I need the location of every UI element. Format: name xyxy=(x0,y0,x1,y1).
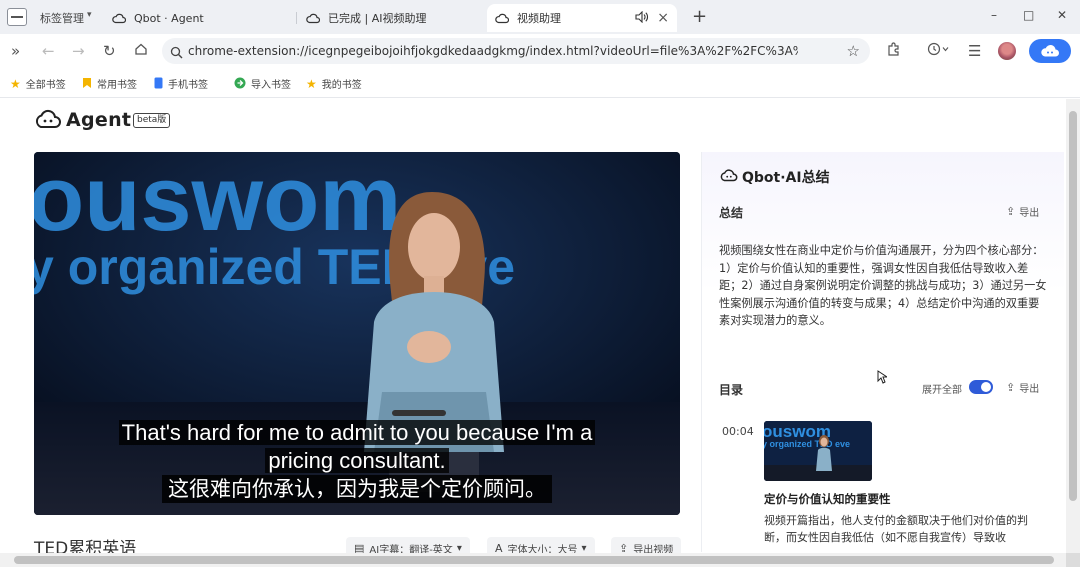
star-icon: ★ xyxy=(306,76,317,91)
new-tab-button[interactable]: + xyxy=(692,6,707,27)
bookmark-frequent[interactable]: 常用书签 xyxy=(82,76,137,91)
tab-qbot-agent[interactable]: Qbot · Agent xyxy=(104,4,294,32)
speaker-icon[interactable] xyxy=(635,10,649,26)
bookmark-label: 导入书签 xyxy=(251,80,291,91)
sidebar-toggle-icon[interactable]: » xyxy=(11,42,20,60)
tab-video-assistant[interactable]: 视频助理 × xyxy=(487,4,677,32)
vertical-scrollbar-thumb[interactable] xyxy=(1069,111,1077,501)
forward-arrow-icon[interactable]: → xyxy=(72,42,85,60)
summary-text: 视频围绕女性在商业中定价与价值沟通展开，分为四个核心部分：1）定价与价值认知的重… xyxy=(719,244,1047,327)
cloud-icon xyxy=(495,11,509,25)
bookmark-star-icon[interactable]: ☆ xyxy=(847,42,860,60)
horizontal-scrollbar-thumb[interactable] xyxy=(14,556,1054,564)
address-bar[interactable]: chrome-extension://icegnpegeibojoihfjokg… xyxy=(162,38,870,64)
subtitle-en-line2: pricing consultant. xyxy=(34,448,680,474)
close-window-button[interactable]: ✕ xyxy=(1057,8,1067,22)
bookmarks-bar: ★ 全部书签 常用书签 手机书签 导入书签 ★ 我的书签 xyxy=(0,68,1080,98)
tab-group-label[interactable]: 标签管理 xyxy=(40,10,84,26)
phone-icon xyxy=(154,77,163,91)
upload-icon: ⇪ xyxy=(1006,381,1016,394)
chevron-down-icon: ▾ xyxy=(581,542,587,554)
home-icon[interactable] xyxy=(134,42,148,60)
video-player[interactable]: ouswom y organized TED eve That's hard f… xyxy=(34,152,680,515)
maximize-button[interactable]: □ xyxy=(1023,8,1034,22)
panel-title: Qbot·AI总结 xyxy=(742,170,830,186)
back-arrow-icon[interactable]: ← xyxy=(42,42,55,60)
close-tab-icon[interactable]: × xyxy=(657,10,669,26)
tab-strip: 标签管理 ▾ Qbot · Agent 已完成 | AI视频助理 视频助理 × … xyxy=(0,0,1080,34)
export-label: 导出 xyxy=(1019,208,1040,219)
chapter-thumbnail[interactable]: ouswom y organized TED eve xyxy=(764,421,872,481)
bookmark-label: 常用书签 xyxy=(97,80,137,91)
tab-title: 已完成 | AI视频助理 xyxy=(328,12,427,25)
minimize-button[interactable]: – xyxy=(991,8,997,22)
vertical-scrollbar[interactable] xyxy=(1066,99,1080,553)
video-bg-text-line1: ouswom xyxy=(34,152,401,250)
browser-toolbar: » ← → ↻ chrome-extension://icegnpegeiboj… xyxy=(0,34,1080,68)
export-toc-button[interactable]: ⇪ 导出 xyxy=(1006,380,1039,395)
tab-separator xyxy=(296,12,297,24)
bookmark-mobile[interactable]: 手机书签 xyxy=(154,76,208,91)
reload-icon[interactable]: ↻ xyxy=(103,42,116,60)
chapter-thumbnail-image: ouswom y organized TED eve xyxy=(764,421,872,481)
tab-ai-video-done[interactable]: 已完成 | AI视频助理 xyxy=(298,4,480,32)
export-label: 导出 xyxy=(1019,384,1040,395)
subtitle-zh-text: 这很难向你承认，因为我是个定价顾问。 xyxy=(162,475,552,503)
extensions-icon[interactable] xyxy=(886,42,901,61)
tab-title: Qbot · Agent xyxy=(134,11,204,25)
upload-icon: ⇪ xyxy=(1006,205,1016,218)
bookmark-label: 我的书签 xyxy=(321,80,362,91)
cloud-icon xyxy=(112,11,126,25)
qbot-cloud-icon xyxy=(720,167,738,186)
cloud-icon xyxy=(1041,44,1059,57)
summary-label: 总结 xyxy=(719,206,744,220)
qbot-cloud-button[interactable] xyxy=(1029,39,1071,63)
bookmark-import[interactable]: 导入书签 xyxy=(234,76,291,91)
chevron-down-icon: ▾ xyxy=(456,542,462,554)
app-header: Agent beta版 xyxy=(0,99,1066,143)
stage-prop xyxy=(392,410,446,416)
cloud-icon xyxy=(306,11,320,25)
scrollbar-corner xyxy=(1066,553,1080,567)
ai-summary-panel: Qbot·AI总结 总结 ⇪ 导出 视频围绕女性在商业中定价与价值沟通展开，分为… xyxy=(701,152,1064,552)
profile-avatar[interactable] xyxy=(998,42,1016,60)
chevron-down-icon[interactable]: ▾ xyxy=(87,10,92,20)
thumb-bg-text-2: y organized TED eve xyxy=(764,439,850,449)
import-icon xyxy=(234,77,246,91)
subtitle-en-line1: That's hard for me to admit to you becau… xyxy=(34,420,680,446)
subtitle-zh: 这很难向你承认，因为我是个定价顾问。 xyxy=(34,473,680,503)
bookmark-icon xyxy=(82,77,92,91)
search-icon xyxy=(170,44,183,63)
subtitle-en-text: That's hard for me to admit to you becau… xyxy=(118,420,596,445)
menu-icon[interactable]: ☰ xyxy=(968,42,981,60)
app-name: Agent xyxy=(66,109,132,131)
tab-title: 视频助理 xyxy=(517,12,561,25)
horizontal-scrollbar[interactable] xyxy=(0,553,1066,567)
bookmark-mine[interactable]: ★ 我的书签 xyxy=(306,76,362,92)
expand-all-label: 展开全部 xyxy=(922,385,962,396)
expand-all-toggle[interactable] xyxy=(969,380,993,394)
url-text: chrome-extension://icegnpegeibojoihfjokg… xyxy=(188,44,798,58)
chapter-timestamp[interactable]: 00:04 xyxy=(722,425,754,438)
bookmark-all[interactable]: ★ 全部书签 xyxy=(10,76,66,92)
toc-label: 目录 xyxy=(719,383,744,397)
chapter-title[interactable]: 定价与价值认知的重要性 xyxy=(764,491,891,507)
qbot-logo-icon xyxy=(34,109,62,133)
export-summary-button[interactable]: ⇪ 导出 xyxy=(1006,204,1039,219)
bookmark-label: 全部书签 xyxy=(25,80,66,91)
bookmark-label: 手机书签 xyxy=(168,80,208,91)
subtitle-en-text: pricing consultant. xyxy=(265,448,449,473)
mouse-cursor-icon xyxy=(877,369,889,388)
history-icon[interactable] xyxy=(927,42,949,60)
chapter-description: 视频开篇指出，他人支付的金额取决于他们对价值的判断，而女性因自我低估（如不愿自我… xyxy=(764,514,1028,544)
star-icon: ★ xyxy=(10,76,21,91)
beta-badge: beta版 xyxy=(133,113,171,128)
tab-actions-menu-icon[interactable] xyxy=(7,8,27,26)
